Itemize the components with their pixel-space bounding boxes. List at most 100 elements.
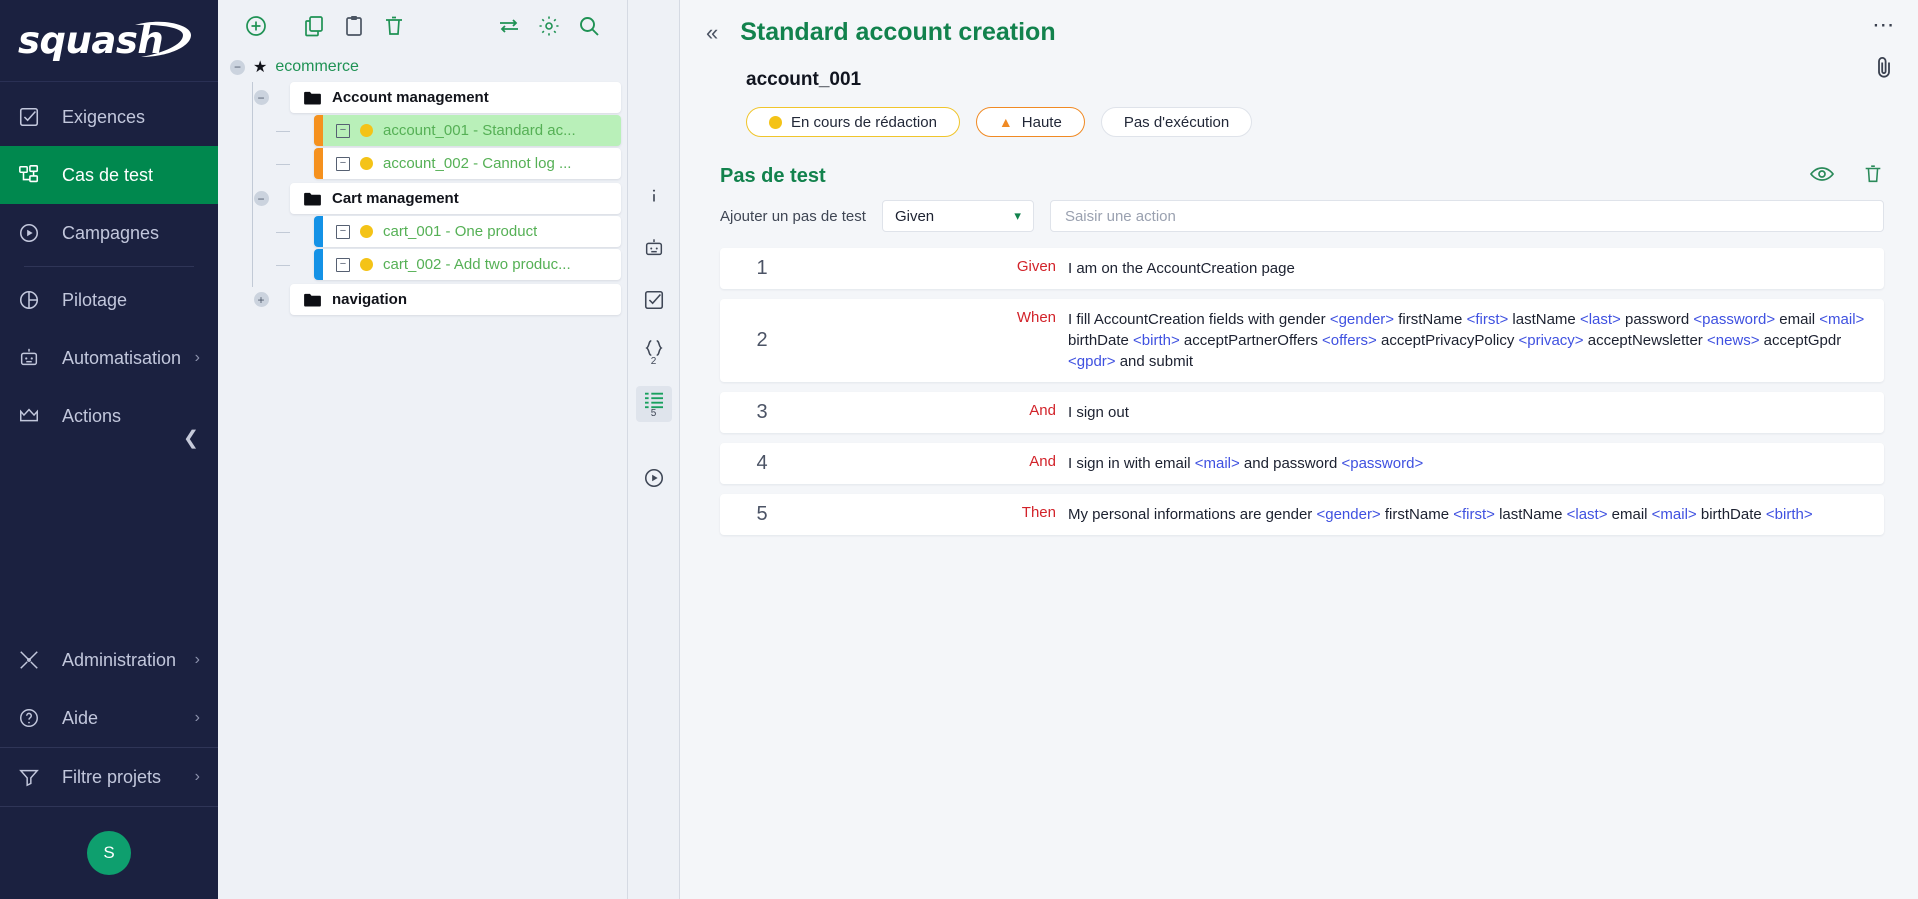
tree-folder-row[interactable]: Cart management — [290, 183, 621, 214]
step-parameter: <news> — [1707, 332, 1760, 349]
paperclip-icon[interactable] — [1872, 54, 1896, 85]
tree-item-content: − account_002 - Cannot log ... — [323, 155, 571, 172]
copy-button[interactable] — [294, 6, 334, 46]
sidebar-item-label: Exigences — [62, 107, 145, 128]
step-text-fragment: acceptGpdr — [1760, 332, 1842, 349]
status-badge[interactable]: En cours de rédaction — [746, 107, 960, 137]
step-text: I sign out — [1056, 392, 1884, 433]
star-icon: ★ — [253, 57, 267, 77]
sidebar-item-pilotage[interactable]: Pilotage — [0, 271, 218, 329]
sidebar-item-filtre-projets[interactable]: Filtre projets › — [0, 748, 218, 806]
delete-button[interactable] — [374, 6, 414, 46]
folder-icon — [304, 293, 321, 307]
logo-swoosh-icon — [133, 19, 193, 61]
information-icon[interactable] — [636, 178, 672, 214]
sidebar-item-administration[interactable]: Administration › — [0, 631, 218, 689]
tree-leaf-node: − account_002 - Cannot log ... — [246, 148, 621, 179]
nav-divider — [24, 266, 194, 267]
test-case-tree-icon — [18, 164, 50, 186]
tree-folder-row[interactable]: Account management — [290, 82, 621, 113]
steps-count: 5 — [651, 409, 657, 418]
step-text-fragment: birthDate — [1068, 332, 1133, 349]
step-keyword: And — [804, 443, 1056, 484]
robot-icon[interactable] — [636, 230, 672, 266]
step-text: I am on the AccountCreation page — [1056, 248, 1884, 289]
tree-folder-node: − Cart management — [246, 183, 621, 214]
tree-item-account-002[interactable]: − account_002 - Cannot log ... — [314, 148, 621, 179]
step-row-3[interactable]: 3 And I sign out — [720, 392, 1884, 433]
eye-icon[interactable] — [1810, 165, 1834, 188]
tree-expand-toggle[interactable]: − — [336, 124, 350, 138]
step-keyword-select[interactable]: Given ▾ — [882, 200, 1034, 232]
search-button[interactable] — [569, 6, 609, 46]
step-keyword: When — [804, 299, 1056, 382]
nav-secondary-items: Administration › Aide › — [0, 631, 218, 807]
step-parameter: <first> — [1453, 506, 1495, 523]
add-button[interactable] — [236, 6, 276, 46]
tree-expand-toggle[interactable]: − — [336, 258, 350, 272]
step-text-fragment: and password — [1240, 455, 1342, 472]
tree-expand-toggle[interactable]: − — [336, 225, 350, 239]
collapse-sidebar-button[interactable]: ❮ — [178, 425, 204, 451]
delete-steps-icon[interactable] — [1862, 163, 1884, 190]
tree-toggle-slot: − — [246, 191, 276, 206]
more-options-icon[interactable]: ⋯ — [1872, 14, 1896, 36]
braces-icon[interactable]: 2 — [636, 334, 672, 370]
tree-folder-row[interactable]: navigation — [290, 284, 621, 315]
page-title: Standard account creation — [740, 18, 1055, 47]
step-action-input[interactable] — [1050, 200, 1884, 232]
tree-item-label: account_002 - Cannot log ... — [383, 155, 571, 172]
tree-leaf-node: − cart_001 - One product — [246, 216, 621, 247]
transfer-button[interactable] — [489, 6, 529, 46]
tree-item-cart-002[interactable]: − cart_002 - Add two produc... — [314, 249, 621, 280]
sidebar-item-automatisation[interactable]: Automatisation › — [0, 329, 218, 387]
step-row-5[interactable]: 5 Then My personal informations are gend… — [720, 494, 1884, 535]
avatar[interactable]: S — [87, 831, 131, 875]
step-parameter: <birth> — [1766, 506, 1813, 523]
priority-badge-label: Haute — [1022, 114, 1062, 131]
tree-expand-toggle[interactable]: − — [336, 157, 350, 171]
tree-item-cart-001[interactable]: − cart_001 - One product — [314, 216, 621, 247]
sidebar-item-campagnes[interactable]: Campagnes — [0, 204, 218, 262]
step-text: I fill AccountCreation fields with gende… — [1056, 299, 1884, 382]
crown-icon — [18, 405, 50, 427]
step-row-4[interactable]: 4 And I sign in with email <mail> and pa… — [720, 443, 1884, 484]
app-logo[interactable]: squash — [0, 0, 218, 82]
list-steps-icon[interactable]: 5 — [636, 386, 672, 422]
tree-children: − Account management — [224, 82, 621, 315]
play-circle-icon[interactable] — [636, 460, 672, 496]
step-row-1[interactable]: 1 Given I am on the AccountCreation page — [720, 248, 1884, 289]
tree-root-node[interactable]: − ★ ecommerce — [224, 52, 621, 82]
tree-expand-toggle[interactable]: + — [254, 292, 269, 307]
settings-button[interactable] — [529, 6, 569, 46]
step-text: I sign in with email <mail> and password… — [1056, 443, 1884, 484]
double-chevron-left-icon[interactable]: « — [706, 22, 718, 44]
tree-toggle-slot: + — [246, 292, 276, 307]
execution-badge-label: Pas d'exécution — [1124, 114, 1229, 131]
add-step-row: Ajouter un pas de test Given ▾ — [706, 200, 1892, 232]
question-circle-icon — [18, 707, 50, 729]
nav-primary-items: Exigences Cas de test C — [0, 82, 218, 445]
sidebar-item-aide[interactable]: Aide › — [0, 689, 218, 747]
funnel-icon — [18, 766, 50, 788]
tree-item-account-001[interactable]: − account_001 - Standard ac... — [314, 115, 621, 146]
step-row-2[interactable]: 2 When I fill AccountCreation fields wit… — [720, 299, 1884, 382]
execution-status-badge[interactable]: Pas d'exécution — [1101, 107, 1252, 137]
tree-collapse-toggle[interactable]: − — [230, 60, 245, 75]
step-parameter: <gender> — [1330, 311, 1394, 328]
chevron-right-icon: › — [195, 349, 200, 367]
paste-button[interactable] — [334, 6, 374, 46]
step-text-fragment: lastName — [1508, 311, 1580, 328]
priority-badge[interactable]: ▲ Haute — [976, 107, 1085, 137]
sidebar-item-label: Campagnes — [62, 223, 159, 244]
sidebar-item-cas-de-test[interactable]: Cas de test — [0, 146, 218, 204]
tools-icon — [18, 649, 50, 671]
step-parameter: <offers> — [1322, 332, 1377, 349]
tree-guide-stub — [276, 232, 290, 233]
tree-collapse-toggle[interactable]: − — [254, 90, 269, 105]
checkbox-icon[interactable] — [636, 282, 672, 318]
step-parameter: <mail> — [1195, 455, 1240, 472]
tree-item-color-bar — [314, 148, 323, 179]
tree-collapse-toggle[interactable]: − — [254, 191, 269, 206]
sidebar-item-exigences[interactable]: Exigences — [0, 88, 218, 146]
